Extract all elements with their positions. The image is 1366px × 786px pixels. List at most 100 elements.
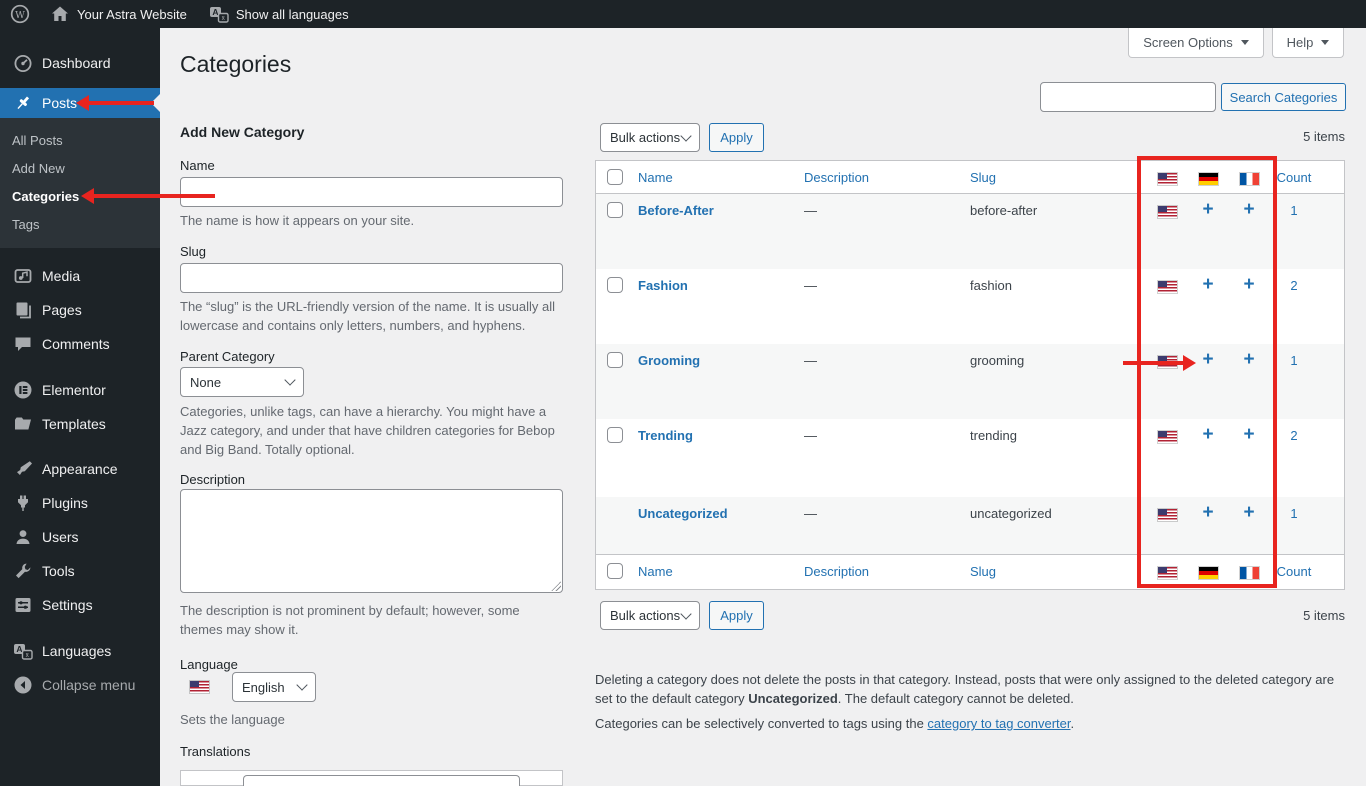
sidebar-item-elementor[interactable]: Elementor xyxy=(0,373,160,407)
sidebar-item-templates[interactable]: Templates xyxy=(0,407,160,441)
categories-table: Name Description Slug Count Before-After… xyxy=(595,160,1345,590)
language-select[interactable]: English xyxy=(232,672,316,702)
select-all-checkbox[interactable] xyxy=(607,169,623,185)
sidebar-item-pages[interactable]: Pages xyxy=(0,293,160,327)
table-row: Grooming — grooming + + 1 xyxy=(596,344,1344,419)
chevron-down-icon xyxy=(284,374,295,385)
category-name-link[interactable]: Before-After xyxy=(638,203,714,218)
add-french-translation-icon[interactable]: + xyxy=(1243,428,1254,442)
bulk-actions-select-top[interactable]: Bulk actions xyxy=(600,123,700,152)
name-label: Name xyxy=(180,158,215,173)
us-flag-icon[interactable] xyxy=(1158,206,1177,218)
wordpress-logo-icon[interactable]: W xyxy=(10,4,30,24)
sidebar-item-label: Elementor xyxy=(42,382,106,398)
column-header-description[interactable]: Description xyxy=(804,564,869,579)
collapse-icon xyxy=(13,675,33,695)
parent-category-select[interactable]: None xyxy=(180,367,304,397)
translation-input[interactable] xyxy=(243,775,520,786)
table-footer-row: Name Description Slug Count xyxy=(596,554,1344,590)
row-checkbox[interactable] xyxy=(607,202,623,218)
svg-text:W: W xyxy=(15,10,25,21)
category-name-link[interactable]: Grooming xyxy=(638,353,700,368)
add-german-translation-icon[interactable]: + xyxy=(1202,506,1213,520)
templates-folder-icon xyxy=(13,414,33,434)
sidebar-item-tags[interactable]: Tags xyxy=(0,210,160,238)
us-flag-icon[interactable] xyxy=(1158,431,1177,443)
row-checkbox[interactable] xyxy=(607,352,623,368)
table-row: Trending — trending + + 2 xyxy=(596,419,1344,497)
description-label: Description xyxy=(180,472,245,487)
admin-bar-site-link[interactable]: Your Astra Website xyxy=(50,4,187,24)
sidebar-item-comments[interactable]: Comments xyxy=(0,327,160,361)
column-header-slug[interactable]: Slug xyxy=(970,564,996,579)
category-description: — xyxy=(804,353,817,368)
category-count[interactable]: 1 xyxy=(1272,506,1316,521)
screen-options-label: Screen Options xyxy=(1143,35,1233,50)
search-input[interactable] xyxy=(1040,82,1216,112)
category-count[interactable]: 2 xyxy=(1272,428,1316,443)
media-icon xyxy=(13,266,33,286)
category-count[interactable]: 1 xyxy=(1272,203,1316,218)
tools-wrench-icon xyxy=(13,561,33,581)
apply-label: Apply xyxy=(720,130,753,145)
us-flag-icon[interactable] xyxy=(1158,281,1177,293)
sidebar-item-settings[interactable]: Settings xyxy=(0,588,160,622)
sidebar-item-media[interactable]: Media xyxy=(0,259,160,293)
help-label: Help xyxy=(1287,35,1314,50)
sidebar-item-label: Dashboard xyxy=(42,55,111,71)
sidebar-item-all-posts[interactable]: All Posts xyxy=(0,126,160,154)
sidebar-item-appearance[interactable]: Appearance xyxy=(0,452,160,486)
bulk-actions-select-bottom[interactable]: Bulk actions xyxy=(600,601,700,630)
column-header-name[interactable]: Name xyxy=(638,170,673,185)
add-french-translation-icon[interactable]: + xyxy=(1243,203,1254,217)
category-name-link[interactable]: Uncategorized xyxy=(638,506,728,521)
row-checkbox[interactable] xyxy=(607,427,623,443)
row-checkbox[interactable] xyxy=(607,277,623,293)
apply-button-bottom[interactable]: Apply xyxy=(709,601,764,630)
category-description-textarea[interactable] xyxy=(180,489,563,593)
sidebar-collapse-menu[interactable]: Collapse menu xyxy=(0,668,160,702)
sidebar-item-tools[interactable]: Tools xyxy=(0,554,160,588)
column-header-slug[interactable]: Slug xyxy=(970,170,996,185)
column-header-count[interactable]: Count xyxy=(1272,170,1316,185)
category-name-input[interactable] xyxy=(180,177,563,207)
column-header-count[interactable]: Count xyxy=(1272,564,1316,579)
add-french-translation-icon[interactable]: + xyxy=(1243,278,1254,292)
category-slug-input[interactable] xyxy=(180,263,563,293)
slug-label: Slug xyxy=(180,244,206,259)
add-german-translation-icon[interactable]: + xyxy=(1202,278,1213,292)
sidebar-item-label: Appearance xyxy=(42,461,118,477)
category-count[interactable]: 1 xyxy=(1272,353,1316,368)
us-flag-icon[interactable] xyxy=(1158,509,1177,521)
sidebar-item-languages[interactable]: Ax̄ Languages xyxy=(0,634,160,668)
sidebar-item-dashboard[interactable]: Dashboard xyxy=(0,46,160,80)
germany-flag-icon xyxy=(1199,173,1218,185)
deletion-note: Deleting a category does not delete the … xyxy=(595,670,1343,708)
resize-grip-icon[interactable] xyxy=(551,581,561,591)
admin-bar-languages-link[interactable]: Ax̄ Show all languages xyxy=(209,4,349,24)
help-button[interactable]: Help xyxy=(1272,28,1344,58)
add-french-translation-icon[interactable]: + xyxy=(1243,506,1254,520)
category-name-link[interactable]: Trending xyxy=(638,428,693,443)
sidebar-item-users[interactable]: Users xyxy=(0,520,160,554)
sidebar-item-label: Pages xyxy=(42,302,82,318)
category-name-link[interactable]: Fashion xyxy=(638,278,688,293)
category-to-tag-converter-link[interactable]: category to tag converter xyxy=(927,716,1070,731)
sidebar-item-label: Plugins xyxy=(42,495,88,511)
search-categories-button[interactable]: Search Categories xyxy=(1221,83,1346,111)
column-header-name[interactable]: Name xyxy=(638,564,673,579)
sidebar-item-add-new[interactable]: Add New xyxy=(0,154,160,182)
add-french-translation-icon[interactable]: + xyxy=(1243,353,1254,367)
add-german-translation-icon[interactable]: + xyxy=(1202,428,1213,442)
parent-category-label: Parent Category xyxy=(180,349,275,364)
sidebar-item-plugins[interactable]: Plugins xyxy=(0,486,160,520)
add-german-translation-icon[interactable]: + xyxy=(1202,203,1213,217)
converter-note: Categories can be selectively converted … xyxy=(595,714,1343,733)
category-count[interactable]: 2 xyxy=(1272,278,1316,293)
add-german-translation-icon[interactable]: + xyxy=(1202,353,1213,367)
screen-options-button[interactable]: Screen Options xyxy=(1128,28,1264,58)
apply-button-top[interactable]: Apply xyxy=(709,123,764,152)
select-all-checkbox[interactable] xyxy=(607,563,623,579)
chevron-down-icon xyxy=(680,608,691,619)
column-header-description[interactable]: Description xyxy=(804,170,869,185)
